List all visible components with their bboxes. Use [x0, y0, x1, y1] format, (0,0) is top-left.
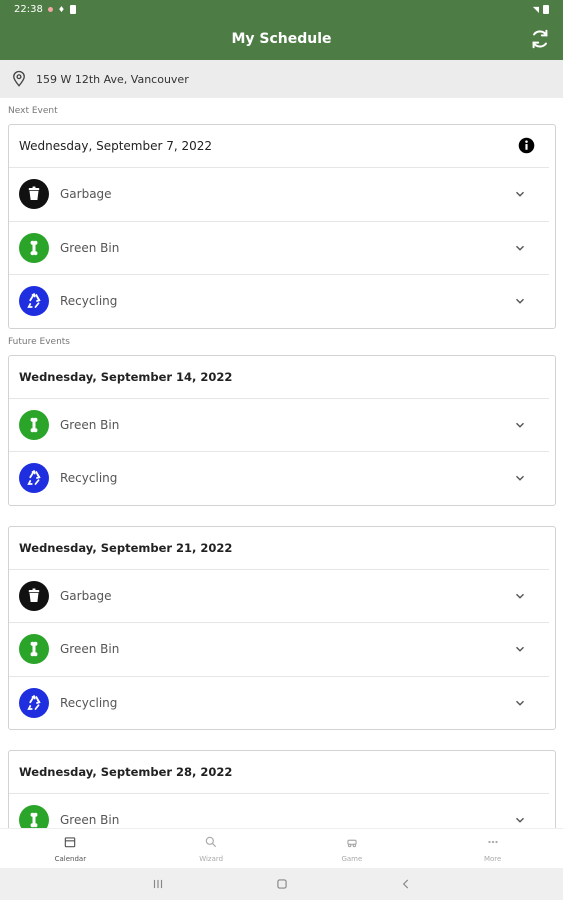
location-bar[interactable]: 159 W 12th Ave, Vancouver [0, 60, 563, 98]
next-event-card: Wednesday, September 7, 2022 Garbage Gree… [8, 124, 556, 329]
green-bin-icon [19, 634, 49, 665]
list-item[interactable]: Green Bin [9, 793, 549, 828]
system-nav-bar [0, 868, 563, 900]
item-label: Green Bin [60, 240, 120, 255]
nav-label: Wizard [199, 855, 224, 863]
event-card: Wednesday, September 21, 2022 Garbage Gree… [8, 525, 556, 730]
chevron-down-icon [516, 299, 524, 304]
recent-apps-icon[interactable] [151, 877, 165, 891]
nav-label: More [483, 855, 502, 863]
green-bin-icon [19, 232, 49, 263]
green-bin-icon [19, 805, 49, 828]
item-label: Garbage [60, 187, 112, 202]
event-date: Wednesday, September 28, 2022 [19, 765, 233, 779]
list-item[interactable]: Green Bin [9, 397, 549, 452]
future-events-list: Wednesday, September 14, 2022 Green Bin Re… [0, 354, 563, 828]
location-pin-icon [13, 70, 25, 87]
info-icon[interactable] [518, 137, 535, 154]
list-item[interactable]: Green Bin [9, 622, 549, 676]
event-card: Wednesday, September 28, 2022 Green Bin [8, 750, 556, 828]
schedule-list[interactable]: Next Event Wednesday, September 7, 2022 … [0, 98, 563, 828]
event-date-header: Wednesday, September 21, 2022 [9, 527, 555, 569]
battery-icon [543, 4, 549, 14]
chevron-down-icon [516, 818, 524, 823]
nav-item-calendar[interactable]: Calendar [0, 829, 141, 868]
list-item[interactable]: Garbage [9, 167, 549, 221]
future-events-label: Future Events [8, 336, 70, 347]
recycling-icon [19, 463, 49, 494]
list-item[interactable]: Green Bin [9, 220, 549, 275]
list-item[interactable]: Garbage [9, 568, 549, 623]
chevron-down-icon [516, 476, 524, 481]
search-icon [204, 834, 218, 853]
notification-icon [47, 6, 53, 12]
mic-icon: ♦ [57, 4, 65, 14]
location-address: 159 W 12th Ave, Vancouver [36, 72, 189, 86]
recycling-icon [19, 286, 49, 317]
recycling-icon [19, 687, 49, 718]
green-bin-icon [19, 409, 49, 440]
item-label: Green Bin [60, 642, 120, 657]
list-item[interactable]: Recycling [9, 451, 549, 505]
app-bar: My Schedule [0, 18, 563, 60]
nav-item-game[interactable]: Game [282, 829, 423, 868]
app-icon [70, 4, 76, 14]
item-label: Recycling [60, 695, 118, 710]
event-date-header: Wednesday, September 7, 2022 [9, 125, 555, 167]
nav-label: Game [341, 855, 363, 863]
page-title: My Schedule [231, 31, 332, 47]
list-item[interactable]: Recycling [9, 675, 549, 730]
back-icon[interactable] [399, 877, 413, 891]
event-date: Wednesday, September 21, 2022 [19, 540, 233, 555]
garbage-icon [19, 580, 49, 611]
item-label: Recycling [60, 294, 118, 309]
event-date-header: Wednesday, September 14, 2022 [9, 356, 555, 398]
event-date: Wednesday, September 14, 2022 [19, 369, 233, 384]
status-time: 22:38 [14, 3, 43, 15]
more-icon [486, 834, 500, 853]
nav-item-wizard[interactable]: Wizard [141, 829, 282, 868]
event-date: Wednesday, September 7, 2022 [19, 139, 213, 153]
event-card: Wednesday, September 14, 2022 Green Bin Re… [8, 354, 556, 506]
item-label: Recycling [60, 471, 118, 486]
list-item[interactable]: Recycling [9, 274, 549, 328]
refresh-icon[interactable] [529, 28, 551, 50]
wifi-icon: ◥ [532, 4, 539, 14]
chevron-down-icon [516, 647, 524, 652]
status-bar: 22:38 ♦ ◥ [0, 0, 563, 18]
nav-label: Calendar [54, 855, 87, 863]
item-label: Green Bin [60, 813, 120, 828]
home-icon[interactable] [275, 877, 289, 891]
next-event-label: Next Event [8, 106, 58, 116]
chevron-down-icon [516, 593, 524, 599]
game-icon [345, 834, 359, 853]
chevron-down-icon [516, 245, 524, 251]
garbage-icon [19, 179, 49, 210]
chevron-down-icon [516, 192, 524, 197]
chevron-down-icon [516, 700, 524, 706]
calendar-icon [63, 834, 77, 853]
item-label: Garbage [60, 588, 112, 603]
bottom-nav: Calendar Wizard Game More [0, 828, 563, 868]
item-label: Green Bin [60, 417, 120, 432]
nav-item-more[interactable]: More [422, 829, 563, 868]
event-date-header: Wednesday, September 28, 2022 [9, 751, 555, 793]
chevron-down-icon [516, 422, 524, 428]
